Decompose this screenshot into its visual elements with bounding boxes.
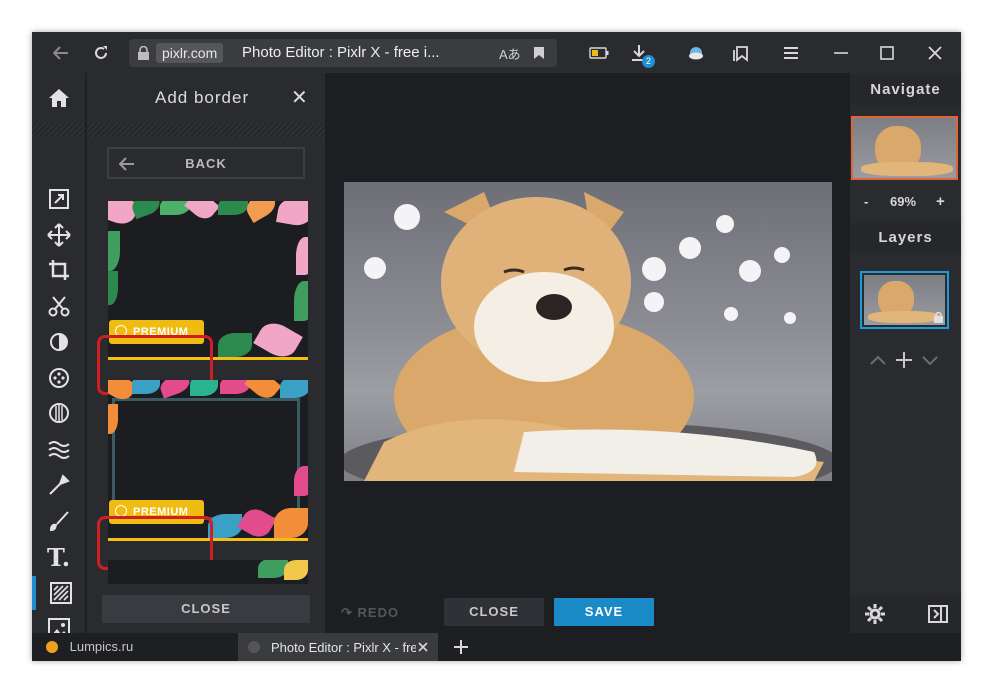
battery-icon[interactable] — [582, 32, 616, 73]
navigator-thumbnail[interactable] — [851, 116, 958, 180]
reload-icon[interactable] — [84, 32, 118, 73]
leaf-decoration — [296, 237, 308, 275]
redo-icon: ↷ — [341, 605, 353, 620]
retouch-icon[interactable] — [32, 468, 85, 502]
tab-lumpics[interactable]: Lumpics.ru — [46, 639, 133, 654]
panel-close-button[interactable]: CLOSE — [102, 595, 310, 623]
translate-icon[interactable]: Aあ — [499, 44, 521, 63]
right-panel: Navigate - 69% + Layers — [850, 73, 961, 633]
arrange-icon[interactable] — [32, 182, 85, 216]
leaf-decoration — [129, 201, 163, 220]
bookmark-icon[interactable] — [533, 46, 545, 60]
leaf-decoration — [218, 201, 248, 215]
back-arrow-icon[interactable] — [44, 32, 78, 73]
border-tool-icon[interactable] — [32, 576, 85, 610]
leaf-decoration — [284, 560, 308, 580]
leaf-decoration — [253, 317, 303, 357]
download-count-badge: 2 — [642, 55, 655, 68]
page-title: Photo Editor : Pixlr X - free i... — [242, 44, 440, 61]
leaf-decoration — [157, 380, 193, 399]
favicon-icon — [46, 641, 58, 653]
collections-icon[interactable] — [725, 32, 759, 73]
close-tab-icon[interactable] — [418, 642, 428, 652]
leaf-decoration — [294, 466, 308, 496]
close-window-icon[interactable] — [918, 32, 952, 73]
navigate-header: Navigate — [850, 75, 961, 105]
leaf-decoration — [184, 201, 220, 224]
dog-thumb-body — [868, 311, 940, 323]
effect-icon[interactable] — [32, 396, 85, 430]
close-panel-icon[interactable]: ✕ — [291, 85, 308, 110]
panel-title: Add border — [155, 88, 250, 107]
layer-down-icon[interactable] — [922, 356, 938, 366]
leaf-decoration — [108, 271, 118, 305]
new-tab-icon[interactable] — [454, 640, 468, 654]
leaf-decoration — [132, 380, 160, 394]
filter-icon[interactable] — [32, 361, 85, 395]
save-button[interactable]: SAVE — [554, 598, 654, 626]
dog-photo[interactable] — [344, 182, 832, 481]
redo-button[interactable]: ↷ REDO — [341, 605, 399, 621]
image-canvas: ↷ REDO CLOSE SAVE — [325, 73, 850, 633]
redo-label: REDO — [357, 605, 400, 620]
tab-label: Photo Editor : Pixlr X - fre — [271, 640, 416, 655]
draw-brush-icon[interactable] — [32, 504, 85, 538]
divider — [87, 123, 325, 137]
layer-thumbnail[interactable] — [860, 271, 949, 329]
leaf-decoration — [280, 380, 308, 398]
tab-label: Lumpics.ru — [69, 639, 134, 654]
leaf-decoration — [190, 380, 218, 396]
cutout-scissors-icon[interactable] — [32, 289, 85, 323]
leaf-decoration — [218, 333, 252, 357]
collapse-panel-icon[interactable] — [928, 605, 948, 623]
favicon-icon — [248, 641, 260, 653]
divider — [32, 123, 85, 137]
adjust-icon[interactable] — [32, 325, 85, 359]
settings-gear-icon[interactable] — [864, 603, 886, 625]
leaf-decoration — [276, 201, 308, 228]
leaf-decoration — [108, 231, 120, 271]
add-layer-icon[interactable] — [896, 352, 912, 368]
domain-chip: pixlr.com — [156, 43, 224, 63]
layer-up-icon[interactable] — [870, 355, 886, 365]
zoom-value: 69% — [890, 194, 917, 209]
menu-icon[interactable] — [774, 32, 808, 73]
leaf-decoration — [274, 508, 308, 538]
zoom-in-button[interactable]: + — [936, 193, 945, 210]
move-icon[interactable] — [32, 218, 85, 252]
dog-illustration — [344, 192, 832, 481]
back-button[interactable]: BACK — [107, 147, 305, 179]
crop-icon[interactable] — [32, 253, 85, 287]
tool-sidebar: T. — [32, 73, 85, 640]
zoom-out-button[interactable]: - — [864, 194, 868, 209]
dog-thumb-body — [861, 162, 953, 176]
close-button[interactable]: CLOSE — [444, 598, 544, 626]
right-bottom-bar — [850, 595, 961, 633]
zoom-control: - 69% + — [850, 191, 961, 213]
home-icon[interactable] — [32, 81, 85, 115]
minimize-icon[interactable] — [824, 32, 858, 73]
add-border-panel: Add border ✕ BACK PREMIUM PREMIUM CLOSE — [85, 73, 325, 633]
lock-icon — [934, 312, 943, 323]
back-label: BACK — [185, 156, 227, 171]
lock-icon — [138, 46, 149, 60]
leaf-decoration — [294, 281, 308, 321]
layers-header: Layers — [850, 223, 961, 253]
leaf-decoration — [242, 201, 280, 224]
address-bar[interactable]: pixlr.com Photo Editor : Pixlr X - free … — [129, 39, 557, 67]
browser-window: pixlr.com Photo Editor : Pixlr X - free … — [32, 32, 961, 661]
maximize-icon[interactable] — [870, 32, 904, 73]
tab-bar: Lumpics.ru Photo Editor : Pixlr X - fre — [32, 633, 961, 661]
download-icon[interactable]: 2 — [623, 32, 657, 73]
browser-toolbar: pixlr.com Photo Editor : Pixlr X - free … — [32, 32, 961, 73]
liquify-icon[interactable] — [32, 432, 85, 466]
text-icon[interactable]: T. — [32, 540, 85, 574]
border-template-card[interactable] — [108, 560, 308, 584]
tab-photo-editor[interactable]: Photo Editor : Pixlr X - fre — [238, 633, 438, 661]
weather-icon[interactable] — [679, 32, 713, 73]
